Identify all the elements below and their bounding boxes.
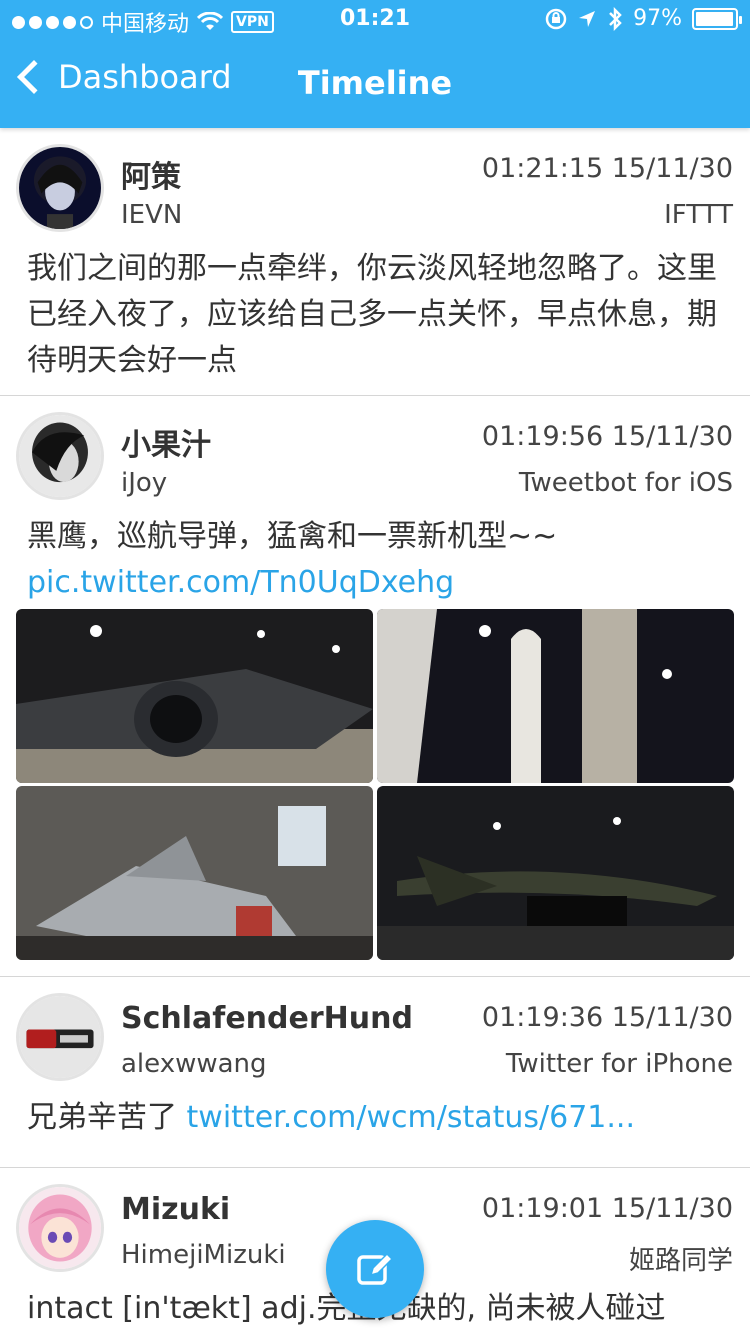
- avatar[interactable]: [16, 993, 104, 1081]
- avatar[interactable]: [16, 412, 104, 500]
- photo-grid: [16, 609, 734, 960]
- compose-button[interactable]: [326, 1220, 424, 1318]
- compose-icon: [357, 1252, 394, 1285]
- tweet-timestamp: 01:19:36 15/11/30: [481, 1002, 733, 1033]
- tweet-source: IFTTT: [664, 200, 733, 230]
- tweet-text-content: 黑鹰，巡航导弹，猛禽和一票新机型~~: [27, 519, 558, 554]
- status-bar: 中国移动 VPN 01:21 97%: [0, 0, 750, 40]
- tweet-timestamp: 01:21:15 15/11/30: [481, 153, 733, 184]
- navigation-bar: Dashboard Timeline: [0, 40, 750, 128]
- tweet-text: 我们之间的那一点牵绊，你云淡风轻地忽略了。这里已经入夜了，应该给自己多一点关怀，…: [27, 246, 727, 384]
- location-icon: [579, 10, 596, 27]
- battery-percent: 97%: [633, 6, 682, 31]
- photo-thumbnail[interactable]: [377, 609, 734, 783]
- battery-icon: [692, 7, 742, 30]
- avatar[interactable]: [16, 144, 104, 232]
- tweet-text-content: 兄弟辛苦了: [27, 1100, 177, 1135]
- tweet-text: 兄弟辛苦了 twitter.com/wcm/status/671...: [27, 1095, 727, 1141]
- tweet-link[interactable]: pic.twitter.com/Tn0UqDxehg: [27, 565, 454, 600]
- author-name: 阿策: [121, 160, 181, 195]
- author-handle: iJoy: [121, 468, 168, 498]
- timeline-feed[interactable]: 阿策 IEVN 01:21:15 15/11/30 IFTTT 我们之间的那一点…: [0, 128, 750, 1334]
- tweet-timestamp: 01:19:56 15/11/30: [481, 421, 733, 452]
- photo-thumbnail[interactable]: [377, 786, 734, 960]
- author-name: Mizuki: [121, 1192, 231, 1227]
- tweet-item[interactable]: SchlafenderHund alexwwang 01:19:36 15/11…: [0, 977, 750, 1168]
- author-name: SchlafenderHund: [121, 1001, 413, 1036]
- bluetooth-icon: [609, 6, 622, 31]
- tweet-source: Tweetbot for iOS: [518, 468, 733, 498]
- top-bar: 中国移动 VPN 01:21 97% Dashboard Timeline: [0, 0, 750, 128]
- tweet-item[interactable]: 阿策 IEVN 01:21:15 15/11/30 IFTTT 我们之间的那一点…: [0, 128, 750, 396]
- page-title: Timeline: [297, 64, 453, 102]
- avatar[interactable]: [16, 1184, 104, 1272]
- tweet-link[interactable]: twitter.com/wcm/status/671...: [187, 1100, 635, 1135]
- tweet-source: 姬路同学: [628, 1246, 733, 1276]
- tweet-text-content: 我们之间的那一点牵绊，你云淡风轻地忽略了。这里已经入夜了，应该给自己多一点关怀，…: [27, 251, 717, 378]
- author-handle: IEVN: [121, 200, 183, 230]
- tweet-source: Twitter for iPhone: [505, 1049, 733, 1079]
- photo-thumbnail[interactable]: [16, 786, 373, 960]
- rotation-lock-icon: [545, 8, 567, 29]
- tweet-text: 黑鹰，巡航导弹，猛禽和一票新机型~~ pic.twitter.com/Tn0Uq…: [27, 514, 727, 606]
- tweet-item[interactable]: 小果汁 iJoy 01:19:56 15/11/30 Tweetbot for …: [0, 396, 750, 977]
- tweet-timestamp: 01:19:01 15/11/30: [481, 1193, 733, 1224]
- photo-thumbnail[interactable]: [16, 609, 373, 783]
- author-name: 小果汁: [121, 428, 211, 463]
- author-handle: HimejiMizuki: [121, 1240, 286, 1270]
- author-handle: alexwwang: [121, 1049, 267, 1079]
